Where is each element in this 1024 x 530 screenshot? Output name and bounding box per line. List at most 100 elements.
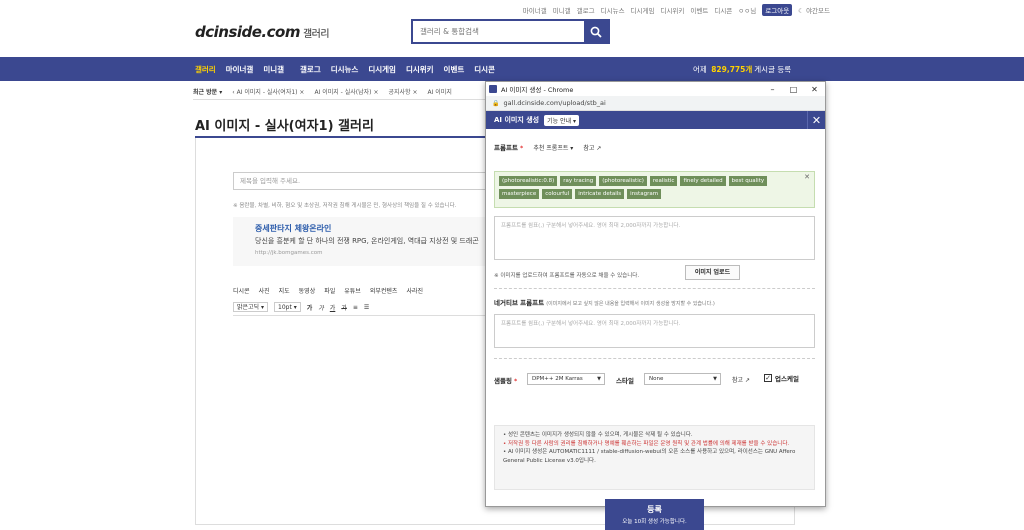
nav-item-event[interactable]: 이벤트 — [444, 64, 465, 75]
editor-area[interactable] — [233, 315, 493, 525]
nav-item-mini[interactable]: 미니갤 — [263, 64, 284, 75]
info-line: • AI 이미지 생성은 AUTOMATIC1111 / stable-diff… — [503, 449, 796, 464]
style-value: None — [649, 376, 664, 382]
recent-visit-bar: 최근 방문 ▾ ‹ AI 이미지 - 실사(여자1) × AI 이미지 - 실사… — [193, 84, 488, 100]
section-divider — [494, 358, 815, 359]
ad-banner[interactable]: 중세판타지 체왕온라인 당신을 흥분케 할 단 하나의 전쟁 RPG, 온라인게… — [233, 217, 493, 266]
top-link[interactable]: 디시콘 — [714, 5, 732, 15]
search-button[interactable] — [584, 21, 608, 42]
close-window-icon[interactable]: ✕ — [804, 85, 825, 94]
nav-item-game[interactable]: 디시게임 — [368, 64, 396, 75]
strike-icon[interactable]: 가 — [341, 303, 347, 312]
top-link[interactable]: 이벤트 — [690, 5, 708, 15]
video-button[interactable]: 동영상 — [299, 286, 316, 295]
negative-prompt-textarea[interactable]: 프롬프트를 쉼표(,) 구분해서 넣어주세요. 영어 최대 2,000자까지 가… — [494, 314, 815, 348]
font-size-value: 10pt — [278, 304, 292, 311]
maximize-icon[interactable]: □ — [783, 85, 804, 94]
guide-label: 기능 안내 — [547, 117, 572, 125]
recent-item[interactable]: ‹ AI 이미지 - 실사(여자1) × — [232, 87, 304, 96]
top-link[interactable]: 디시뉴스 — [601, 5, 625, 15]
style-select[interactable]: None ▼ — [644, 373, 721, 385]
prompt-tag[interactable]: (photorealistic:0.8) — [499, 176, 558, 186]
prompt-tag[interactable]: colourful — [542, 189, 573, 199]
style-reference-label: 참고 — [732, 377, 744, 384]
underline-icon[interactable]: 가 — [330, 303, 336, 312]
user-name[interactable]: ㅇㅇ님 — [738, 5, 756, 15]
address-bar[interactable]: 🔒 gall.dcinside.com/upload/stb_ai — [486, 96, 825, 111]
site-logo[interactable]: dcinside.com 갤러리 — [195, 23, 330, 41]
nav-item-minor[interactable]: 마이너갤 — [226, 64, 254, 75]
top-link[interactable]: 미니갤 — [553, 5, 571, 15]
prompt-tag[interactable]: best quality — [728, 176, 768, 186]
image-upload-button[interactable]: 이미지 업로드 — [685, 265, 740, 280]
top-link[interactable]: 갤로그 — [577, 5, 595, 15]
sampling-select[interactable]: DPM++ 2M Karras ▼ — [527, 373, 605, 385]
night-mode-toggle[interactable]: ☾ 야간모드 — [798, 5, 830, 15]
info-line: • 성인 콘텐츠는 이미지가 생성되지 않을 수 있으며, 게시물은 삭제 될 … — [503, 432, 693, 438]
prompt-tag[interactable]: intricate details — [575, 189, 625, 199]
prompt-textarea[interactable]: 프롬프트를 쉼표(,) 구분해서 넣어주세요. 영어 최대 2,000자까지 가… — [494, 216, 815, 260]
prompt-tag[interactable]: ray tracing — [560, 176, 597, 186]
write-notice: ※ 음란물, 차별, 비하, 혐오 및 초상권, 저작권 침해 게시물은 민, … — [233, 203, 457, 209]
font-select-value: 맑은고딕 — [237, 304, 260, 311]
prompt-tag[interactable]: masterpiece — [499, 189, 540, 199]
list-icon[interactable]: ☰ — [364, 304, 369, 311]
recent-item-label: 공지사항 — [388, 89, 411, 96]
popup-window-title: AI 이미지 생성 - Chrome — [501, 86, 574, 94]
recommend-prompt-dropdown[interactable]: 추천 프롬프트 ▾ — [533, 145, 573, 152]
upscale-option[interactable]: ✓ 업스케일 — [764, 373, 799, 383]
nav-item-dccon[interactable]: 디시콘 — [474, 64, 495, 75]
ad-url[interactable]: http://jk.bomgames.com — [255, 250, 323, 256]
register-button[interactable]: 등록 오늘 10회 생성 가능합니다. — [605, 499, 704, 530]
prompt-tag[interactable]: finely detailed — [680, 176, 726, 186]
reference-label: 참고 — [583, 145, 595, 152]
upscale-checkbox[interactable]: ✓ — [764, 374, 772, 382]
italic-icon[interactable]: 가 — [318, 303, 324, 312]
recent-item[interactable]: AI 이미지 — [428, 87, 452, 96]
prompt-tag[interactable]: (photorealistic) — [599, 176, 647, 186]
font-select[interactable]: 맑은고딕 ▾ — [233, 302, 269, 312]
gallery-title[interactable]: AI 이미지 - 실사(여자1) 갤러리 — [195, 115, 374, 134]
info-box: • 성인 콘텐츠는 이미지가 생성되지 않을 수 있으며, 게시물은 삭제 될 … — [494, 425, 815, 490]
recent-item[interactable]: AI 이미지 - 실사(남자) × — [314, 87, 378, 96]
register-label: 등록 — [647, 505, 662, 514]
close-icon[interactable]: ✕ — [807, 111, 825, 129]
style-reference-link[interactable]: 참고 ↗ — [732, 375, 750, 384]
recent-visit-toggle[interactable]: 최근 방문 ▾ — [193, 87, 222, 96]
global-nav: 갤러리 마이너갤 미니갤 갤로그 디시뉴스 디시게임 디시위키 이벤트 디시콘 … — [0, 57, 1024, 81]
post-title-input[interactable]: 제목을 입력해 주세요. — [233, 172, 493, 190]
logo-brand: dcinside.com — [195, 23, 300, 41]
bold-icon[interactable]: 가 — [307, 303, 313, 312]
youtube-button[interactable]: 유튜브 — [344, 286, 361, 295]
file-button[interactable]: 파일 — [324, 286, 335, 295]
dccon-button[interactable]: 디시콘 — [233, 286, 250, 295]
align-icon[interactable]: ≡ — [353, 304, 358, 311]
nav-item-gallery[interactable]: 갤러리 — [195, 64, 216, 75]
ad-title[interactable]: 중세판타지 체왕온라인 — [255, 223, 331, 234]
search-input[interactable] — [413, 21, 584, 42]
reference-link[interactable]: 참고 ↗ — [583, 145, 601, 152]
top-link[interactable]: 디시위키 — [660, 5, 684, 15]
recent-item-label: AI 이미지 - 실사(여자1) — [236, 89, 298, 96]
feature-guide-button[interactable]: 기능 안내 ▾ — [544, 114, 580, 126]
nav-item-news[interactable]: 디시뉴스 — [331, 64, 359, 75]
clear-tags-icon[interactable]: ✕ — [804, 173, 810, 181]
more-button[interactable]: 사라진 — [406, 286, 423, 295]
prompt-tag[interactable]: instagram — [627, 189, 662, 199]
nav-item-gallog[interactable]: 갤로그 — [300, 64, 321, 75]
font-size-select[interactable]: 10pt ▾ — [274, 302, 301, 312]
logout-button[interactable]: 로그아웃 — [762, 4, 793, 16]
minimize-icon[interactable]: – — [762, 85, 783, 94]
post-stats: 어제 829,775개 게시글 등록 — [693, 57, 791, 81]
nav-item-wiki[interactable]: 디시위키 — [406, 64, 434, 75]
photo-button[interactable]: 사진 — [259, 286, 270, 295]
night-mode-label: 야간모드 — [806, 7, 830, 15]
prompt-tag[interactable]: realistic — [649, 176, 678, 186]
recent-label: 최근 방문 — [193, 89, 218, 96]
top-link[interactable]: 디시게임 — [631, 5, 655, 15]
map-button[interactable]: 지도 — [279, 286, 290, 295]
external-content-button[interactable]: 외부컨텐츠 — [370, 286, 398, 295]
upscale-label: 업스케일 — [775, 375, 799, 383]
recent-item[interactable]: 공지사항 × — [388, 87, 417, 96]
top-link[interactable]: 마이너갤 — [523, 5, 547, 15]
